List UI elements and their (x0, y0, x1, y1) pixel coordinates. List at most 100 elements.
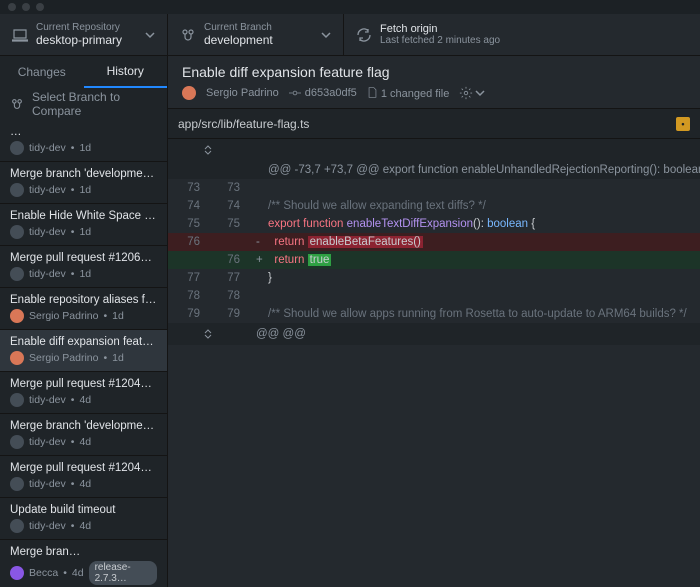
commit-item-time: 4d (79, 436, 91, 448)
window-titlebar (0, 0, 700, 14)
avatar (10, 351, 24, 365)
commit-author: Sergio Padrino (206, 87, 279, 99)
commit-item-time: 4d (72, 567, 84, 579)
commit-item-title: … (10, 126, 157, 138)
diff-options-button[interactable] (459, 86, 485, 100)
branch-label: Current Branch (204, 22, 313, 33)
tab-history[interactable]: History (84, 56, 168, 88)
commit-item[interactable]: Enable diff expansion feature … Sergio P… (0, 330, 167, 372)
commit-item-author: tidy-dev (29, 436, 66, 448)
commit-item[interactable]: … tidy-dev• 1d (0, 120, 167, 162)
tab-changes[interactable]: Changes (0, 56, 84, 88)
unfold-icon (202, 328, 214, 340)
commit-detail: Enable diff expansion feature flag Sergi… (168, 56, 700, 587)
file-path: app/src/lib/feature-flag.ts (178, 117, 309, 131)
commit-item-author: tidy-dev (29, 520, 66, 532)
avatar (10, 225, 24, 239)
avatar (10, 519, 24, 533)
sidebar: Changes History Select Branch to Compare… (0, 56, 168, 587)
commit-item[interactable]: Merge pull request #12048 fr… tidy-dev• … (0, 456, 167, 498)
commit-item[interactable]: Merge branch 'development' i… tidy-dev• … (0, 162, 167, 204)
unfold-icon (202, 144, 214, 156)
repo-selector[interactable]: Current Repository desktop-primary (0, 14, 168, 55)
compare-label: Select Branch to Compare (32, 90, 157, 118)
main-toolbar: Current Repository desktop-primary Curre… (0, 14, 700, 56)
compare-branch-selector[interactable]: Select Branch to Compare (0, 88, 167, 120)
commit-item-title: Update build timeout (10, 504, 157, 516)
chevron-down-icon (475, 88, 485, 98)
commit-item-author: tidy-dev (29, 478, 66, 490)
file-header[interactable]: app/src/lib/feature-flag.ts • (168, 109, 700, 139)
sidebar-tabs: Changes History (0, 56, 167, 88)
commit-item-title: Merge bran… (10, 546, 157, 558)
commit-item-time: 4d (79, 394, 91, 406)
commit-item-time: 1d (79, 142, 91, 154)
commit-item-title: Enable repository aliases feat… (10, 294, 157, 306)
maximize-window-icon[interactable] (36, 3, 44, 11)
avatar (10, 477, 24, 491)
avatar (10, 309, 24, 323)
expand-up-button[interactable] (168, 139, 700, 161)
fetch-button[interactable]: Fetch origin Last fetched 2 minutes ago (344, 14, 700, 55)
commit-item[interactable]: Update build timeout tidy-dev• 4d (0, 498, 167, 540)
commit-item-time: 1d (79, 226, 91, 238)
commit-title: Enable diff expansion feature flag (182, 64, 686, 80)
commit-item-time: 1d (79, 268, 91, 280)
avatar (10, 267, 24, 281)
commit-item-time: 4d (79, 520, 91, 532)
commit-item-author: tidy-dev (29, 394, 66, 406)
commit-item-title: Enable diff expansion feature … (10, 336, 157, 348)
commit-item-title: Enable Hide White Space In D… (10, 210, 157, 222)
commit-item-time: 1d (79, 184, 91, 196)
changed-files[interactable]: 1 changed file (367, 87, 450, 100)
commit-item-author: tidy-dev (29, 142, 66, 154)
repo-label: Current Repository (36, 22, 137, 33)
fetch-label: Fetch origin (380, 23, 688, 35)
commit-item-author: Sergio Padrino (29, 352, 98, 364)
commit-header: Enable diff expansion feature flag Sergi… (168, 56, 700, 109)
commit-item-author: Becca (29, 567, 58, 579)
commit-item-time: 1d (112, 352, 124, 364)
repo-value: desktop-primary (36, 33, 137, 47)
modified-badge-icon: • (676, 117, 690, 131)
desktop-icon (12, 27, 28, 43)
branch-selector[interactable]: Current Branch development (168, 14, 344, 55)
branch-icon (10, 97, 24, 111)
avatar (10, 183, 24, 197)
commit-list[interactable]: … tidy-dev• 1dMerge branch 'development'… (0, 120, 167, 587)
avatar (10, 435, 24, 449)
commit-item[interactable]: Enable Hide White Space In D… tidy-dev• … (0, 204, 167, 246)
branch-icon (180, 27, 196, 43)
commit-icon (289, 87, 301, 99)
expand-down-button[interactable]: @@ @@ (168, 323, 700, 345)
avatar (182, 86, 196, 100)
close-window-icon[interactable] (8, 3, 16, 11)
file-diff-icon (367, 87, 378, 98)
commit-sha[interactable]: d653a0df5 (289, 87, 357, 99)
fetch-time: Last fetched 2 minutes ago (380, 35, 688, 46)
commit-item-title: Merge branch 'development' i… (10, 168, 157, 180)
avatar (10, 566, 24, 580)
commit-item[interactable]: Enable repository aliases feat… Sergio P… (0, 288, 167, 330)
commit-item-author: tidy-dev (29, 184, 66, 196)
minimize-window-icon[interactable] (22, 3, 30, 11)
gear-icon (459, 86, 473, 100)
branch-value: development (204, 33, 313, 47)
avatar (10, 393, 24, 407)
commit-item-title: Merge pull request #12066 fr… (10, 252, 157, 264)
avatar (10, 141, 24, 155)
commit-item-author: tidy-dev (29, 226, 66, 238)
commit-item[interactable]: Merge branch 'development' i… tidy-dev• … (0, 414, 167, 456)
sync-icon (356, 27, 372, 43)
commit-item[interactable]: Merge pull request #12066 fr… tidy-dev• … (0, 246, 167, 288)
release-tag: release-2.7.3… (89, 561, 157, 585)
commit-item-time: 4d (79, 478, 91, 490)
commit-item-title: Merge pull request #12048 fr… (10, 462, 157, 474)
chevron-down-icon (145, 30, 155, 40)
commit-item-time: 1d (112, 310, 124, 322)
commit-item-author: Sergio Padrino (29, 310, 98, 322)
diff-view[interactable]: @@ -73,7 +73,7 @@ export function enable… (168, 139, 700, 587)
commit-item[interactable]: Merge bran… Becca• 4drelease-2.7.3… (0, 540, 167, 587)
commit-item[interactable]: Merge pull request #12046 fr… tidy-dev• … (0, 372, 167, 414)
commit-item-title: Merge branch 'development' i… (10, 420, 157, 432)
